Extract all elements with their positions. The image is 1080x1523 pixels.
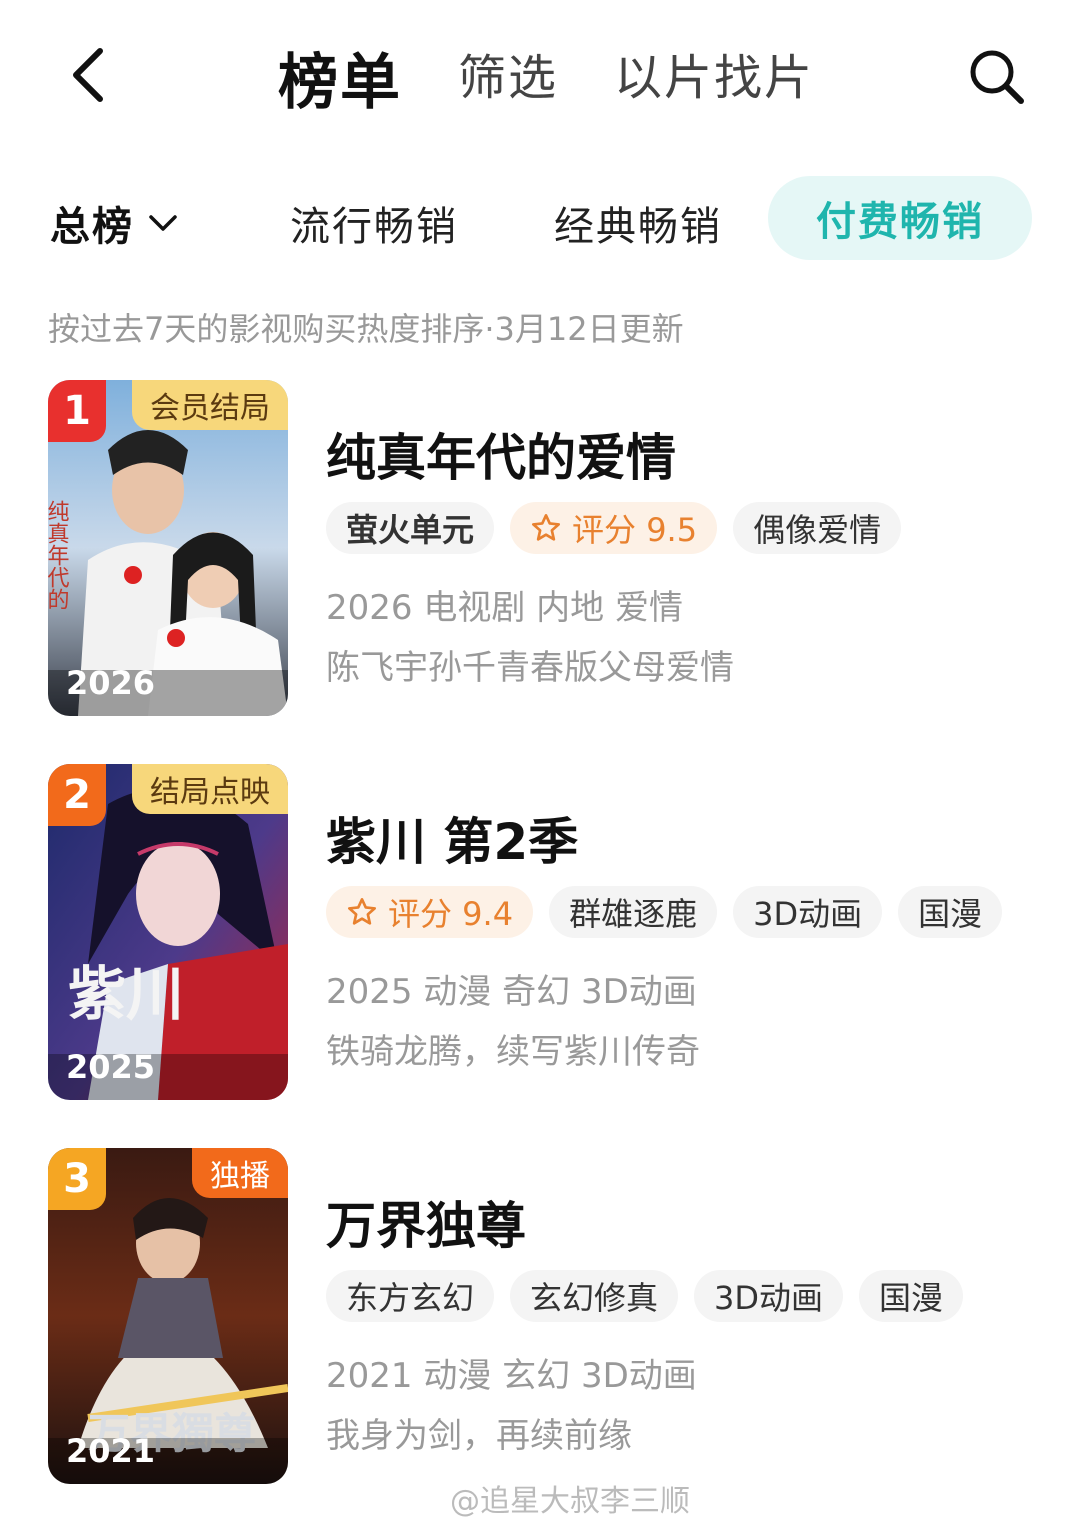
poster-year: 2026 — [66, 664, 156, 702]
rank-badge: 3 — [48, 1148, 106, 1210]
corner-badge: 结局点映 — [132, 764, 288, 814]
back-button[interactable] — [58, 40, 118, 110]
tab-overall-label: 总榜 — [50, 204, 134, 250]
rank-badge: 2 — [48, 764, 106, 826]
star-icon — [348, 898, 376, 925]
svg-text:紫川: 紫川 — [68, 960, 184, 1028]
item-description: 我身为剑，再续前缘 — [326, 1416, 632, 1456]
poster-year: 2021 — [66, 1432, 156, 1470]
corner-badge: 会员结局 — [132, 380, 288, 430]
tag[interactable]: 3D动画 — [694, 1270, 844, 1322]
item-meta: 2021 动漫 玄幻 3D动画 — [326, 1356, 697, 1396]
corner-badge: 独播 — [192, 1148, 288, 1198]
tab-paid-sales[interactable]: 付费畅销 — [768, 176, 1032, 260]
ranking-caption: 按过去7天的影视购买热度排序·3月12日更新 — [48, 310, 684, 348]
tag[interactable]: 东方玄幻 — [326, 1270, 495, 1322]
star-icon — [532, 514, 561, 541]
tab-find-by-film[interactable]: 以片找片 — [614, 38, 814, 108]
tag[interactable]: 3D动画 — [733, 886, 883, 938]
category-tabs: 总榜 流行畅销 经典畅销 付费畅销 — [0, 172, 1080, 268]
poster-image[interactable]: 万界獨尊 3 独播 2021 — [48, 1148, 288, 1484]
poster-image[interactable]: 紫川 2 结局点映 2025 — [48, 764, 288, 1100]
chevron-down-icon — [149, 215, 177, 231]
tag[interactable]: 国漫 — [898, 886, 1003, 938]
chevron-left-icon — [73, 48, 103, 102]
tag-list: 评分 9.4 群雄逐鹿 3D动画 国漫 — [326, 886, 1003, 938]
tag[interactable]: 群雄逐鹿 — [549, 886, 718, 938]
watermark: @追星大叔李三顺 — [450, 1484, 690, 1519]
tag[interactable]: 萤火单元 — [326, 502, 495, 554]
item-title[interactable]: 纯真年代的爱情 — [326, 418, 676, 490]
search-button[interactable] — [960, 40, 1032, 112]
list-item[interactable]: 紫川 2 结局点映 2025 紫川 第2季 评分 9.4 群雄逐鹿 3D动画 国… — [48, 764, 1048, 1100]
rank-badge: 1 — [48, 380, 106, 442]
tab-overall[interactable]: 总榜 — [50, 194, 178, 252]
tag[interactable]: 玄幻修真 — [510, 1270, 679, 1322]
rating-tag: 评分 9.5 — [510, 502, 718, 554]
tab-filter[interactable]: 筛选 — [458, 38, 558, 108]
item-meta: 2026 电视剧 内地 爱情 — [326, 588, 683, 628]
tab-ranking[interactable]: 榜单 — [278, 34, 402, 121]
tag-list: 东方玄幻 玄幻修真 3D动画 国漫 — [326, 1270, 964, 1322]
poster-image[interactable]: 纯真年代的 1 会员结局 2026 — [48, 380, 288, 716]
rating-label: 评分 9.5 — [572, 511, 698, 549]
item-description: 铁骑龙腾，续写紫川传奇 — [326, 1032, 700, 1072]
rating-label: 评分 9.4 — [388, 895, 514, 933]
tag[interactable]: 国漫 — [859, 1270, 964, 1322]
search-icon — [970, 50, 1024, 104]
list-item[interactable]: 纯真年代的 1 会员结局 2026 纯真年代的爱情 萤火单元 评分 9.5 偶像… — [48, 380, 1048, 716]
item-description: 陈飞宇孙千青春版父母爱情 — [326, 648, 734, 688]
poster-year: 2025 — [66, 1048, 156, 1086]
rating-tag: 评分 9.4 — [326, 886, 534, 938]
tab-popular-sales[interactable]: 流行畅销 — [290, 194, 458, 252]
item-title[interactable]: 紫川 第2季 — [326, 802, 578, 874]
tag[interactable]: 偶像爱情 — [733, 502, 902, 554]
tag-list: 萤火单元 评分 9.5 偶像爱情 — [326, 502, 902, 554]
item-meta: 2025 动漫 奇幻 3D动画 — [326, 972, 697, 1012]
top-bar: 榜单 筛选 以片找片 — [0, 0, 1080, 150]
list-item[interactable]: 万界獨尊 3 独播 2021 万界独尊 东方玄幻 玄幻修真 3D动画 国漫 20… — [48, 1148, 1048, 1484]
tab-classic-sales[interactable]: 经典畅销 — [554, 194, 722, 252]
item-title[interactable]: 万界独尊 — [326, 1186, 526, 1258]
svg-text:纯真年代的: 纯真年代的 — [48, 500, 70, 610]
